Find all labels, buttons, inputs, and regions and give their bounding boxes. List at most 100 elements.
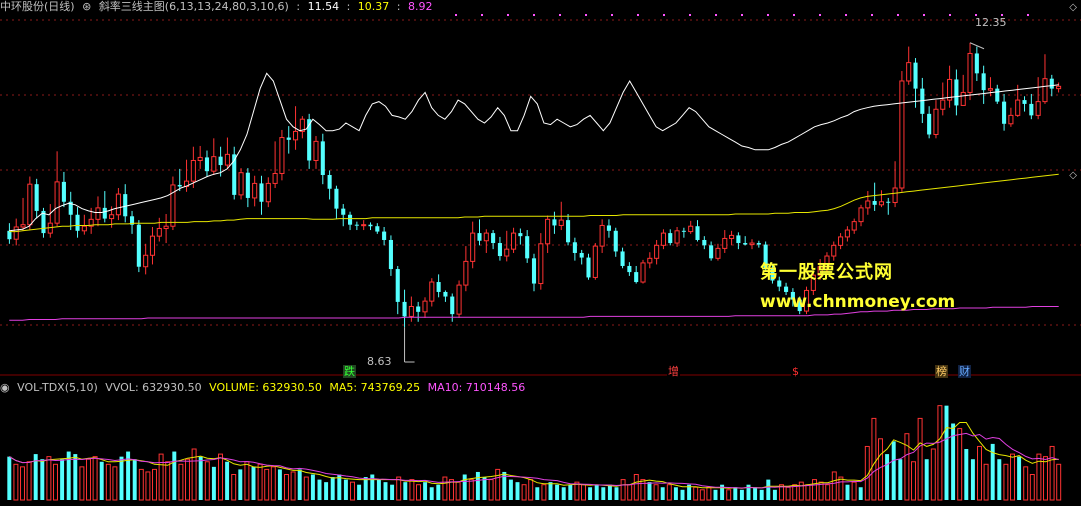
- settings-circle-icon[interactable]: ◉: [0, 381, 10, 394]
- candle-up: [838, 236, 844, 246]
- volume-bar-down: [423, 482, 428, 500]
- volume-bar-up: [957, 428, 963, 501]
- candle-down: [497, 243, 502, 257]
- candle-up: [906, 62, 912, 82]
- volume-bar-up: [178, 463, 184, 501]
- top-marker-dot: [897, 14, 899, 16]
- volume-bar-up: [1003, 463, 1009, 501]
- volume-bar-up: [1010, 453, 1015, 501]
- volume-bar-up: [138, 468, 144, 501]
- volume-bar-up: [574, 481, 580, 501]
- low-price-label: 8.63: [367, 355, 392, 368]
- volume-bar-up: [303, 476, 309, 501]
- top-marker-dot: [533, 14, 535, 16]
- candle-down: [1002, 101, 1007, 124]
- volume-bar-down: [40, 459, 45, 500]
- candle-up: [960, 91, 966, 106]
- volume-title[interactable]: VOL-TDX(5,10): [17, 381, 98, 394]
- volume-bar-down: [1017, 456, 1022, 500]
- candle-up: [654, 244, 660, 259]
- candle-down: [204, 157, 210, 172]
- candle-down: [61, 181, 66, 202]
- volume-bar-up: [158, 453, 164, 501]
- volume-bar-up: [455, 481, 461, 501]
- candle-down: [613, 230, 618, 252]
- volume-bar-up: [112, 466, 118, 501]
- volume-bar-down: [964, 449, 969, 500]
- volume-bar-up: [488, 479, 494, 501]
- volume-bar-down: [713, 489, 718, 500]
- volume-bar-down: [680, 489, 685, 500]
- top-marker-dot: [845, 14, 847, 16]
- candle-down: [436, 282, 441, 292]
- candle-up: [279, 137, 285, 174]
- candle-up: [293, 130, 299, 141]
- candle-up: [865, 200, 871, 209]
- top-marker-dot: [741, 14, 743, 16]
- volume-bar-up: [798, 481, 804, 501]
- event-marker[interactable]: 增: [667, 365, 680, 378]
- high-price-label: 12.35: [975, 16, 1007, 29]
- volume-bar-up: [152, 468, 157, 501]
- ma10-value: MA10: 710148.56: [427, 381, 526, 394]
- candle-down: [743, 243, 748, 245]
- candle-up: [95, 207, 101, 220]
- candle-up: [1042, 78, 1048, 103]
- candle-down: [75, 214, 80, 231]
- volume-bar-up: [165, 461, 171, 501]
- top-marker-dot: [793, 14, 795, 16]
- event-marker[interactable]: 财: [958, 365, 971, 378]
- volume-bar-up: [20, 466, 25, 501]
- candle-down: [402, 301, 407, 317]
- volume-bar-down: [337, 474, 342, 500]
- candle-down: [531, 258, 537, 284]
- volume-bar-down: [324, 482, 329, 500]
- volume-bar-down: [772, 489, 777, 500]
- candle-down: [736, 235, 741, 244]
- volume-bar-up: [983, 463, 989, 501]
- volume-bar-down: [238, 469, 243, 500]
- volume-bar-up: [706, 486, 712, 501]
- candle-up: [224, 153, 230, 166]
- volume-bar-up: [290, 471, 296, 501]
- volume-bar-up: [726, 489, 732, 501]
- candle-down: [477, 233, 482, 241]
- candle-down: [382, 231, 387, 240]
- volume-bar-up: [468, 479, 474, 501]
- volume-bar-down: [535, 487, 540, 500]
- volume-bar-up: [640, 479, 646, 501]
- volume-bar-up: [851, 481, 857, 501]
- volume-bar-down: [548, 482, 553, 500]
- event-marker[interactable]: 榜: [935, 365, 948, 378]
- candle-up: [20, 224, 26, 228]
- candle-up: [729, 234, 735, 239]
- candle-up: [987, 88, 994, 91]
- volume-bar-down: [885, 454, 890, 500]
- candle-down: [368, 224, 373, 227]
- candle-up: [1008, 114, 1014, 125]
- volume-bar-up: [878, 438, 883, 501]
- volume-bar-down: [251, 466, 256, 500]
- volume-bar-up: [785, 486, 791, 501]
- event-marker[interactable]: $: [791, 365, 800, 378]
- candle-down: [388, 239, 393, 270]
- candle-up: [878, 201, 885, 206]
- volume-bar-down: [99, 461, 104, 500]
- candle-up: [967, 52, 973, 93]
- volume-bar-down: [60, 459, 65, 500]
- candle-down: [34, 184, 39, 211]
- candle-up: [899, 80, 905, 189]
- candle-down: [756, 243, 761, 245]
- volume-bar-down: [759, 489, 764, 500]
- event-marker[interactable]: 跌: [343, 365, 356, 378]
- volume-bar-up: [838, 476, 844, 501]
- volume-bar-down: [766, 479, 771, 500]
- volume-bar-up: [105, 463, 111, 501]
- candle-up: [190, 159, 196, 182]
- candle-down: [954, 79, 959, 106]
- candle-down: [981, 73, 986, 91]
- volume-bar-down: [73, 454, 78, 500]
- top-marker-dot: [1027, 14, 1029, 16]
- volume-bar-up: [825, 484, 831, 501]
- candle-up: [115, 193, 121, 216]
